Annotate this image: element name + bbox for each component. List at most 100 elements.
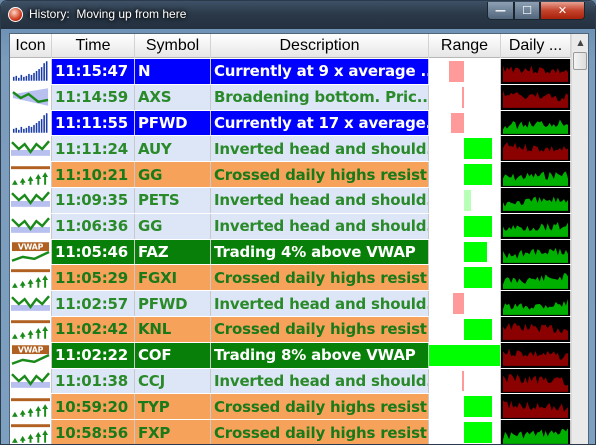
alert-time: 11:11:55	[52, 110, 135, 136]
table-row[interactable]: 11:02:57 PFWD Inverted head and should...	[10, 291, 571, 317]
alert-description: Currently at 9 x average ...	[211, 59, 429, 84]
daily-chart	[501, 187, 571, 213]
vwap-icon: VWAP	[10, 342, 52, 368]
alert-description: Currently at 17 x average...	[211, 110, 429, 136]
alerts-rows: 11:15:47 N Currently at 9 x average ... 11:…	[10, 59, 571, 444]
table-row[interactable]: 10:58:56 FXP Crossed daily highs resist...	[10, 420, 571, 444]
column-header-icon[interactable]: Icon	[10, 34, 52, 58]
alert-description: Inverted head and should...	[211, 368, 429, 394]
range-bar	[463, 189, 471, 211]
alert-symbol: AXS	[135, 84, 211, 110]
range-indicator	[429, 291, 501, 316]
alert-time: 11:11:24	[52, 136, 135, 162]
range-bar	[463, 396, 493, 418]
alert-description: Inverted head and should...	[211, 136, 429, 162]
title-bar[interactable]: History: Moving up from here — ☐ ✕	[1, 1, 595, 29]
alert-symbol: COF	[135, 342, 211, 368]
range-indicator	[429, 342, 501, 368]
table-row[interactable]: 11:09:35 PETS Inverted head and should...	[10, 187, 571, 214]
broadening-bottom-icon	[10, 84, 52, 110]
alert-time: 11:15:47	[52, 59, 135, 84]
daily-chart	[501, 394, 571, 420]
range-indicator	[429, 239, 501, 265]
daily-chart	[501, 316, 571, 342]
crossed-highs-icon	[10, 316, 52, 342]
range-indicator	[429, 316, 501, 342]
column-header-row: Icon Time Symbol Description Range Daily…	[10, 34, 571, 58]
alert-symbol: FAZ	[135, 239, 211, 265]
table-row[interactable]: VWAP 11:05:46 FAZ Trading 4% above VWAP	[10, 239, 571, 266]
range-bar	[449, 61, 464, 82]
table-row[interactable]: 11:05:29 FGXI Crossed daily highs resist..…	[10, 265, 571, 292]
range-bar	[463, 318, 493, 340]
alert-description: Crossed daily highs resist...	[211, 420, 429, 444]
alert-time: 11:01:38	[52, 368, 135, 394]
alerts-grid: Icon Time Symbol Description Range Daily…	[9, 33, 589, 444]
alert-time: 10:58:56	[52, 420, 135, 444]
scroll-up-icon[interactable]: ▲	[572, 34, 588, 51]
alert-description: Crossed daily highs resist...	[211, 162, 429, 187]
alert-description: Trading 4% above VWAP	[211, 239, 429, 265]
column-header-daily[interactable]: Daily ...	[501, 34, 571, 58]
table-row[interactable]: 11:10:21 GG Crossed daily highs resist...	[10, 162, 571, 188]
alert-time: 11:02:42	[52, 316, 135, 342]
alert-symbol: AUY	[135, 136, 211, 162]
daily-chart	[501, 291, 571, 316]
svg-text:VWAP: VWAP	[18, 243, 44, 252]
range-bar	[463, 422, 493, 443]
alert-symbol: FGXI	[135, 265, 211, 291]
table-row[interactable]: 11:14:59 AXS Broadening bottom. Pric...	[10, 84, 571, 111]
alert-time: 11:02:57	[52, 291, 135, 316]
range-indicator	[429, 84, 501, 110]
crossed-highs-icon	[10, 162, 52, 187]
maximize-button[interactable]: ☐	[514, 2, 540, 20]
range-indicator	[429, 213, 501, 239]
alert-symbol: TYP	[135, 394, 211, 420]
range-indicator	[429, 368, 501, 394]
range-indicator	[429, 187, 501, 213]
column-header-time[interactable]: Time	[52, 34, 135, 58]
table-row[interactable]: 11:15:47 N Currently at 9 x average ...	[10, 59, 571, 85]
window-title: History: Moving up from here	[29, 7, 187, 21]
range-indicator	[429, 162, 501, 187]
daily-chart	[501, 213, 571, 239]
alert-time: 11:05:29	[52, 265, 135, 291]
daily-chart	[501, 239, 571, 265]
table-row[interactable]: 11:01:38 CCJ Inverted head and should...	[10, 368, 571, 395]
table-row[interactable]: VWAP 11:02:22 COF Trading 8% above VWAP	[10, 342, 571, 369]
crossed-highs-icon	[10, 394, 52, 420]
alert-description: Inverted head and should...	[211, 187, 429, 213]
range-bar	[463, 267, 493, 289]
vwap-icon: VWAP	[10, 239, 52, 265]
scroll-thumb[interactable]	[573, 52, 587, 70]
column-header-symbol[interactable]: Symbol	[135, 34, 211, 58]
range-bar	[429, 344, 500, 366]
table-row[interactable]: 11:06:36 GG Inverted head and should...	[10, 213, 571, 240]
table-row[interactable]: 11:02:42 KNL Crossed daily highs resist...	[10, 316, 571, 343]
alert-symbol: GG	[135, 213, 211, 239]
range-indicator	[429, 265, 501, 291]
alert-symbol: FXP	[135, 420, 211, 444]
table-row[interactable]: 11:11:24 AUY Inverted head and should...	[10, 136, 571, 163]
alert-symbol: PETS	[135, 187, 211, 213]
range-indicator	[429, 136, 501, 162]
alert-time: 11:14:59	[52, 84, 135, 110]
range-bar	[462, 86, 465, 108]
minimize-button[interactable]: —	[487, 2, 514, 20]
close-button[interactable]: ✕	[540, 2, 585, 20]
daily-chart	[501, 136, 571, 162]
column-header-description[interactable]: Description	[211, 34, 429, 58]
table-row[interactable]: 11:11:55 PFWD Currently at 17 x average...	[10, 110, 571, 137]
table-row[interactable]: 10:59:20 TYP Crossed daily highs resist...	[10, 394, 571, 421]
column-header-range[interactable]: Range	[429, 34, 501, 58]
app-icon[interactable]	[8, 7, 23, 22]
vertical-scrollbar[interactable]: ▲	[571, 34, 588, 444]
daily-chart	[501, 368, 571, 394]
range-bar	[453, 293, 464, 314]
range-bar	[463, 164, 493, 185]
volume-spike-icon	[10, 110, 52, 136]
alert-time: 11:02:22	[52, 342, 135, 368]
alert-description: Broadening bottom. Pric...	[211, 84, 429, 110]
alert-description: Trading 8% above VWAP	[211, 342, 429, 368]
alert-time: 10:59:20	[52, 394, 135, 420]
